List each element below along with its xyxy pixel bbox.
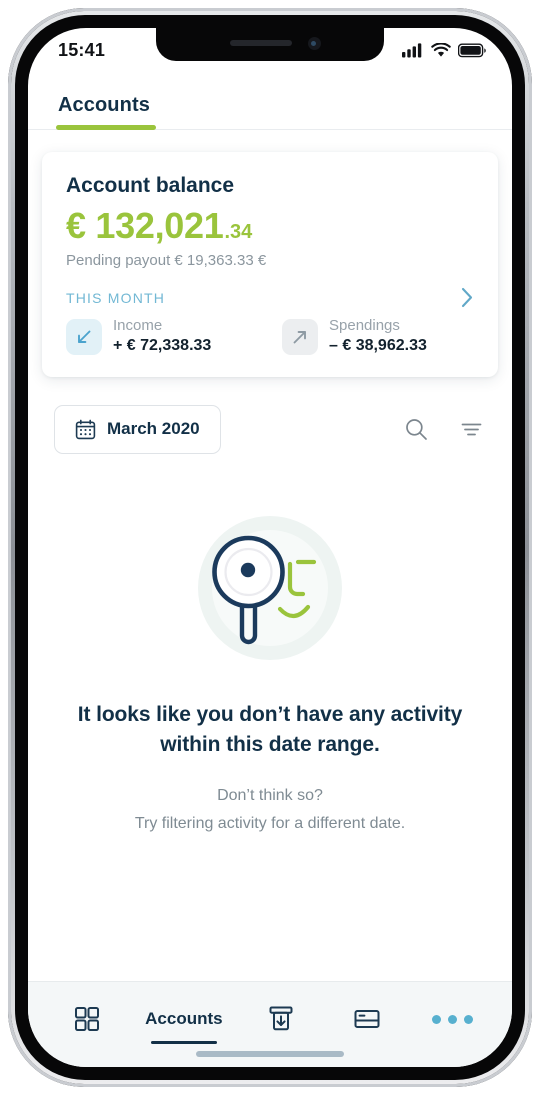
nav-active-indicator: [151, 1041, 217, 1044]
phone-notch: [156, 28, 384, 61]
tab-active-indicator: [56, 125, 156, 130]
more-dots-icon: [432, 1014, 474, 1024]
empty-state-subtitle-line1: Don’t think so?: [217, 787, 323, 805]
stat-spendings[interactable]: Spendings – € 38,962.33: [282, 317, 474, 357]
screenshot-stage: 15:41 Accounts Account balance € 132,021…: [0, 0, 540, 1095]
more-dot: [448, 1014, 458, 1024]
empty-state-title: It looks like you don’t have any activit…: [77, 702, 463, 756]
status-time: 15:41: [58, 39, 106, 60]
tab-accounts[interactable]: Accounts: [56, 94, 156, 130]
nav-item-accounts-label: Accounts: [145, 1009, 223, 1028]
phone-screen: 15:41 Accounts Account balance € 132,021…: [28, 28, 512, 1067]
stat-income[interactable]: Income + € 72,338.33: [66, 317, 258, 357]
speaker-grille-icon: [230, 40, 292, 46]
spendings-text-block: Spendings – € 38,962.33: [329, 317, 427, 357]
nav-item-accounts[interactable]: Accounts: [145, 998, 223, 1044]
spendings-icon-badge: [282, 318, 318, 355]
income-text-block: Income + € 72,338.33: [113, 317, 211, 357]
account-balance-title: Account balance: [66, 174, 235, 197]
account-balance-card[interactable]: Account balance € 132,021 .34 Pending pa…: [42, 152, 498, 377]
balance-card-wrapper: Account balance € 132,021 .34 Pending pa…: [28, 130, 512, 377]
top-tab-bar: Accounts: [28, 72, 512, 130]
arrow-up-right-icon: [293, 330, 306, 344]
date-filter-pill[interactable]: March 2020: [54, 404, 221, 454]
more-dot: [432, 1014, 442, 1024]
balance-amount-main: € 132,021: [66, 205, 224, 246]
calendar-icon: [75, 419, 96, 439]
payment-card-icon: [354, 1010, 380, 1028]
nav-item-deposit[interactable]: [253, 998, 309, 1040]
income-icon-badge: [66, 318, 102, 355]
status-icons: [402, 42, 486, 58]
balance-amount-cents: .34: [224, 221, 253, 243]
this-month-label: THIS MONTH: [66, 289, 166, 306]
cellular-signal-icon: [402, 42, 422, 57]
pending-payout-label: Pending payout € 19,363.33 €: [66, 252, 267, 269]
this-month-header[interactable]: THIS MONTH: [66, 287, 474, 308]
nav-item-cards[interactable]: [339, 998, 395, 1040]
grid-dashboard-icon: [75, 1007, 100, 1031]
nav-item-dashboard[interactable]: [59, 998, 115, 1040]
empty-state-subtitle-line2: Try filtering activity for a different d…: [134, 815, 406, 833]
bottom-nav-items: Accounts: [28, 998, 512, 1044]
magnifying-glass-face-illustration: [198, 515, 342, 660]
nav-item-more[interactable]: [425, 998, 481, 1040]
search-icon[interactable]: [404, 417, 429, 442]
spendings-label: Spendings: [329, 317, 400, 334]
empty-state-illustration: [190, 510, 350, 670]
home-indicator[interactable]: [196, 1051, 344, 1057]
arrow-down-left-icon: [78, 330, 91, 343]
month-stats: Income + € 72,338.33 Spendings – € 38,96…: [66, 317, 474, 377]
wifi-icon: [431, 42, 451, 57]
front-camera-icon: [308, 37, 321, 50]
tab-accounts-label: Accounts: [58, 94, 150, 116]
chevron-right-icon[interactable]: [461, 287, 474, 308]
empty-state: It looks like you don’t have any activit…: [28, 454, 512, 839]
filter-bar: March 2020: [28, 377, 512, 454]
income-label: Income: [113, 317, 163, 334]
date-filter-label: March 2020: [107, 419, 200, 439]
account-balance-amount: € 132,021 .34: [66, 205, 474, 247]
filter-actions: [404, 417, 486, 442]
deposit-arrow-down-icon: [269, 1006, 293, 1031]
battery-icon: [458, 43, 486, 57]
income-value: + € 72,338.33: [113, 336, 212, 354]
spendings-value: – € 38,962.33: [329, 336, 427, 354]
filter-icon[interactable]: [459, 417, 484, 442]
more-dot: [464, 1014, 474, 1024]
bottom-navigation: Accounts: [28, 981, 512, 1067]
